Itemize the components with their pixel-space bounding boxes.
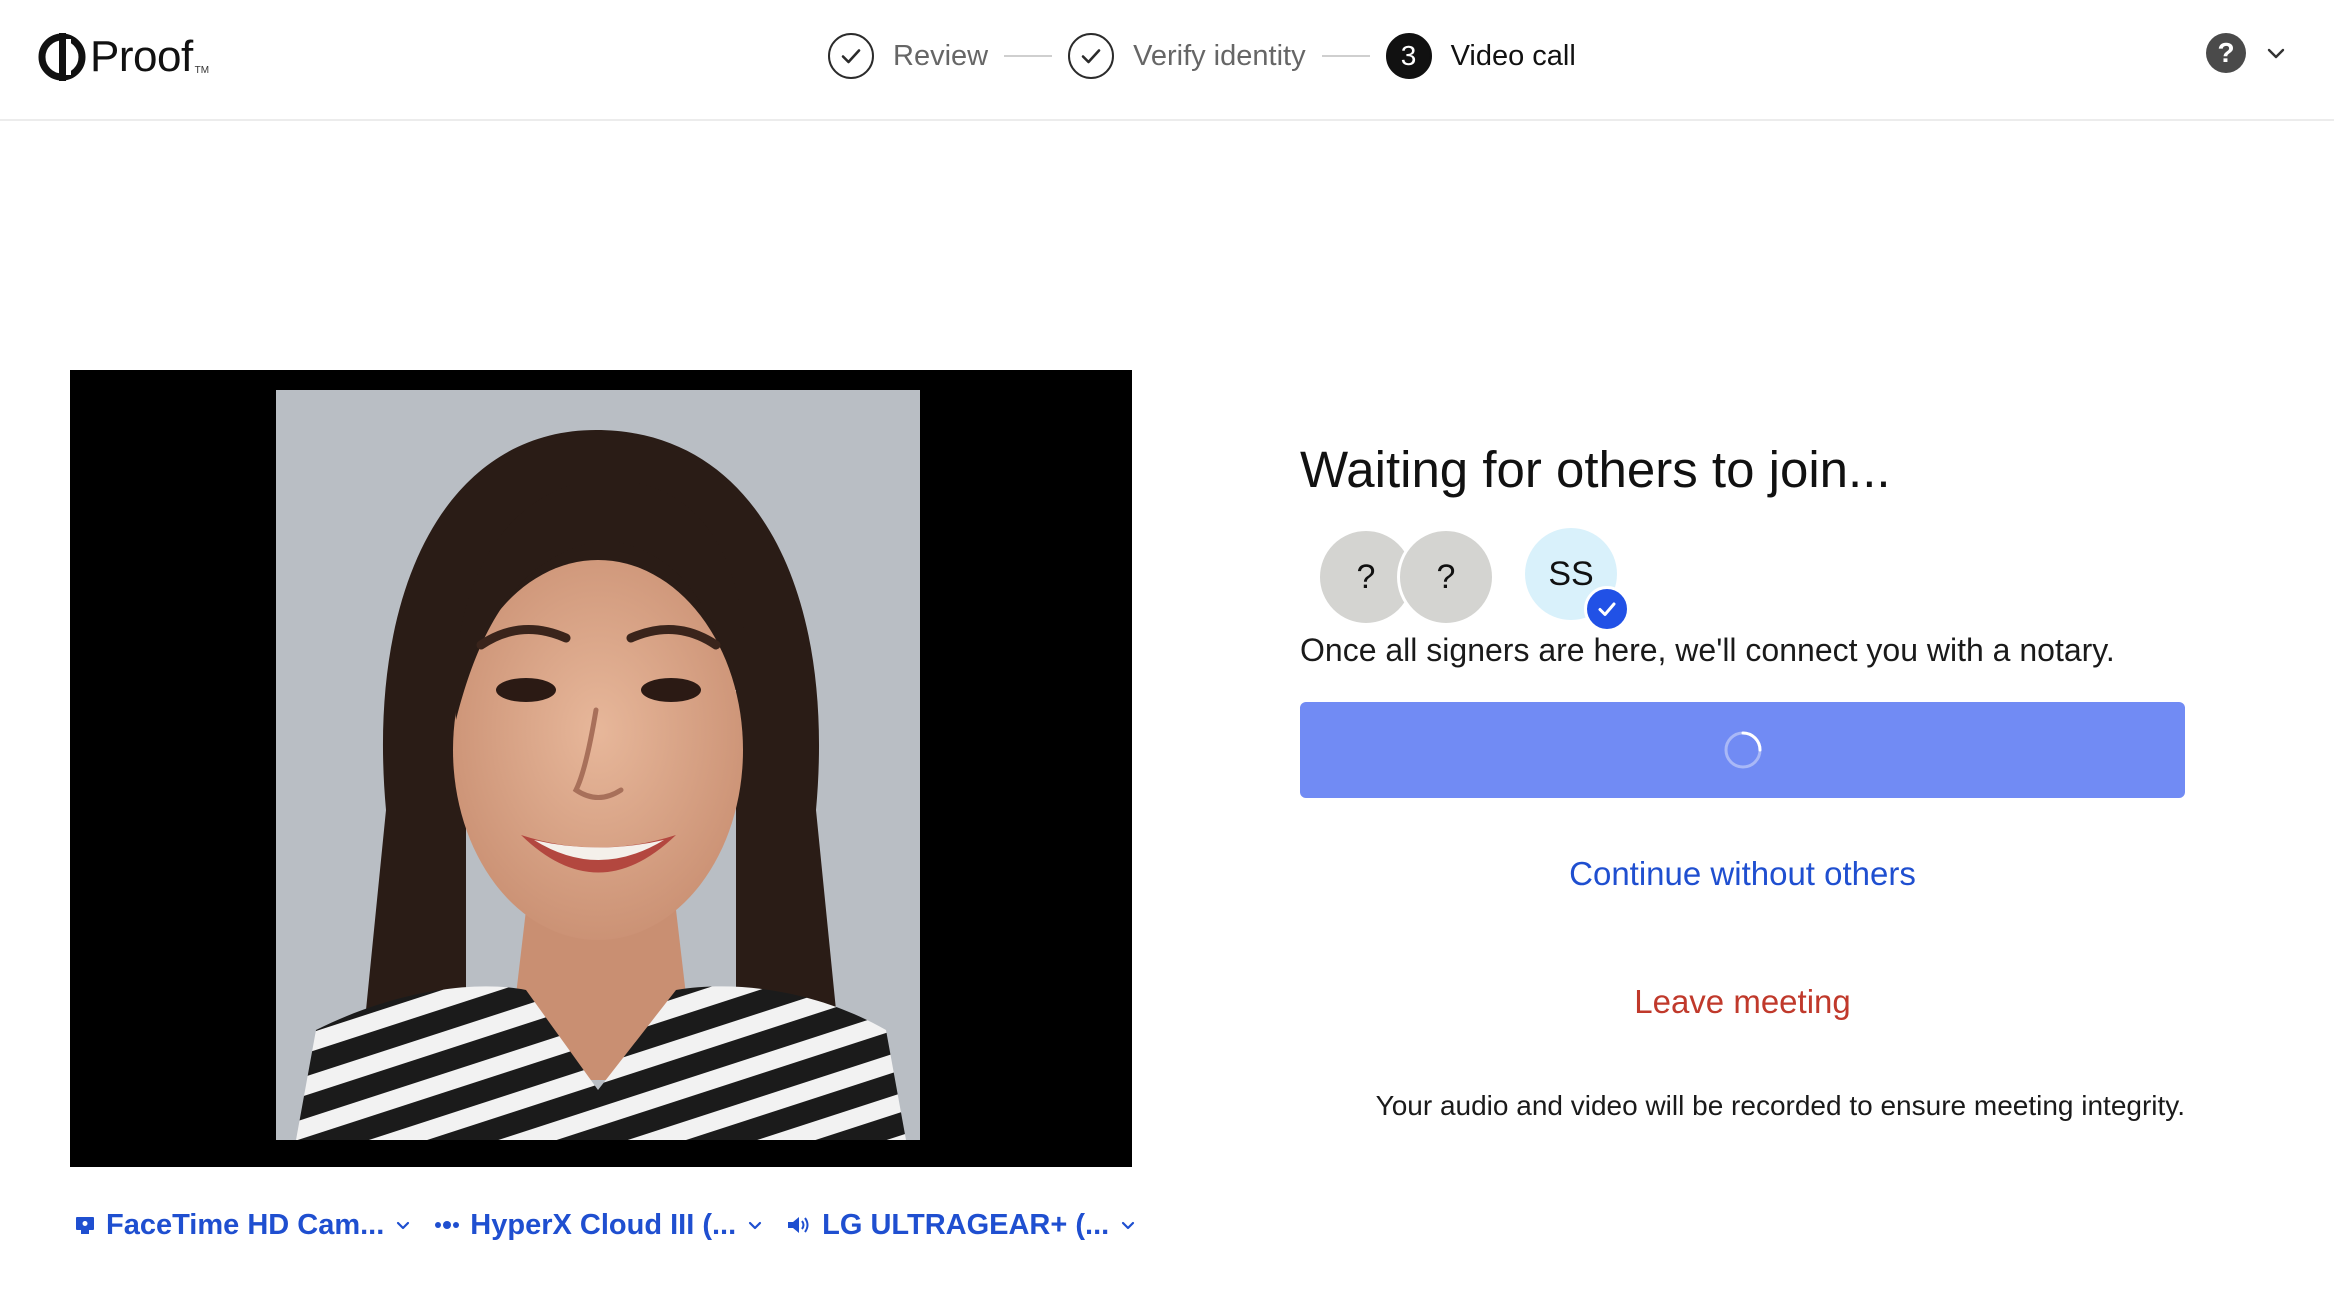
step-label-video-call: Video call [1450, 39, 1576, 72]
camera-select[interactable]: FaceTime HD Cam... [74, 1209, 412, 1242]
speaker-select[interactable]: LG ULTRAGEAR+ (... [786, 1209, 1137, 1242]
avatar-unknown-signer: ? [1397, 528, 1495, 626]
waiting-title: Waiting for others to join... [1300, 441, 1891, 498]
camera-icon [76, 1217, 94, 1234]
top-header: Proof TM Review Verify identity 3 Video … [0, 0, 2334, 121]
check-icon [828, 33, 874, 79]
recording-notice: Your audio and video will be recorded to… [1375, 1090, 2185, 1121]
microphone-select[interactable]: HyperX Cloud III (... [434, 1209, 764, 1242]
camera-feed-image [276, 390, 920, 1140]
brand-trademark: TM [194, 65, 210, 76]
step-review: Review [828, 33, 988, 79]
proof-logo-icon [38, 33, 86, 81]
step-video-call: 3 Video call [1385, 33, 1576, 79]
step-label-verify-identity: Verify identity [1133, 39, 1306, 72]
question-icon[interactable]: ? [2206, 33, 2246, 73]
brand-name: Proof [90, 32, 193, 81]
microphone-select-label: HyperX Cloud III (... [470, 1208, 737, 1241]
leave-meeting-button[interactable]: Leave meeting [1300, 983, 2185, 1021]
waiting-description: Once all signers are here, we'll connect… [1300, 632, 2115, 668]
camera-select-label: FaceTime HD Cam... [106, 1208, 385, 1241]
video-preview [70, 370, 1132, 1167]
step-number-badge: 3 [1385, 33, 1432, 79]
loading-button[interactable] [1300, 702, 2185, 798]
chevron-down-icon[interactable] [2264, 41, 2288, 65]
camera-feed [276, 390, 920, 1140]
step-divider [1321, 55, 1370, 57]
checkmark-badge-icon [1584, 586, 1630, 632]
speaker-select-label: LG ULTRAGEAR+ (... [822, 1208, 1110, 1241]
progress-stepper: Review Verify identity 3 Video call [828, 30, 1576, 82]
device-selector-bar: FaceTime HD Cam... HyperX Cloud III (...… [74, 1205, 1159, 1245]
loading-spinner-icon [1724, 731, 1761, 769]
chevron-down-icon [397, 1221, 410, 1230]
proof-logo[interactable]: Proof TM [38, 28, 209, 86]
speaker-icon [788, 1217, 809, 1233]
step-label-review: Review [893, 39, 989, 72]
step-divider [1004, 55, 1053, 57]
chevron-down-icon [1122, 1221, 1135, 1230]
microphone-icon [435, 1221, 460, 1229]
help-menu[interactable]: ? [2206, 33, 2288, 73]
chevron-down-icon [749, 1221, 762, 1230]
check-icon [1068, 33, 1115, 79]
continue-without-others-button[interactable]: Continue without others [1300, 855, 2185, 893]
step-verify-identity: Verify identity [1068, 33, 1306, 79]
